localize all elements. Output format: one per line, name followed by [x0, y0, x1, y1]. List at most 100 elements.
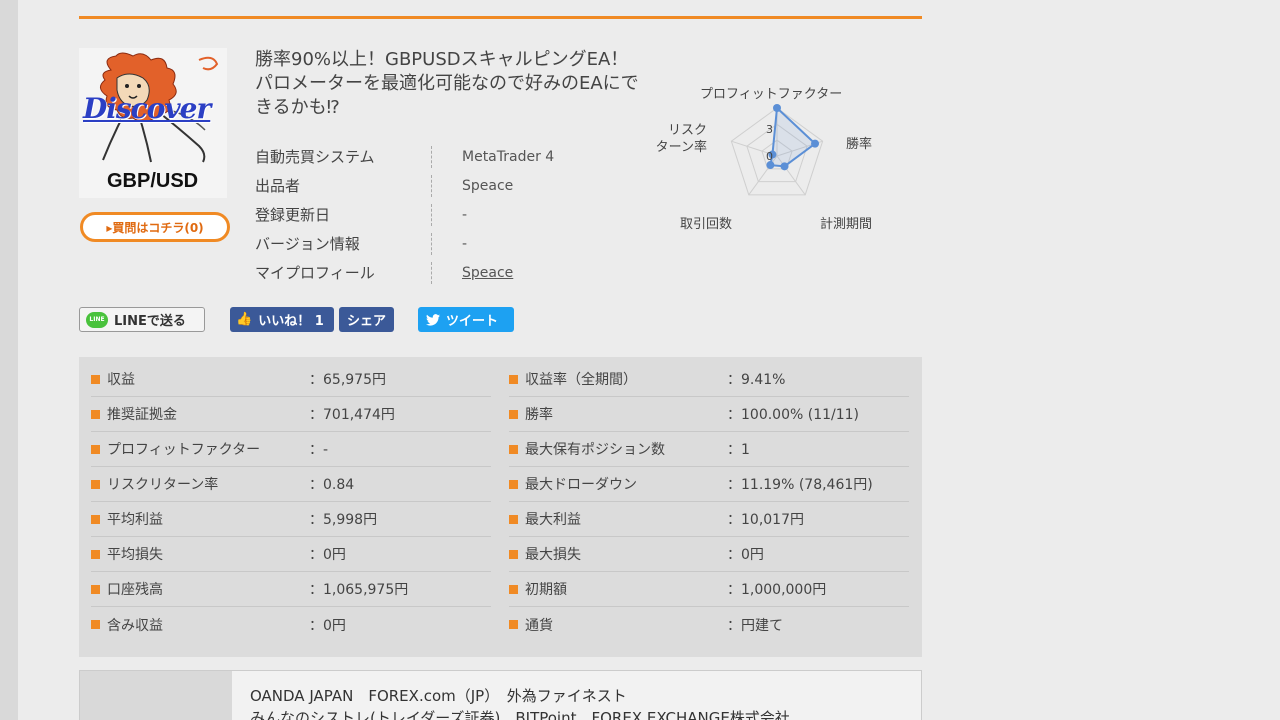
stat-row: 収益率（全期間） ：9.41% — [509, 362, 909, 397]
stat-label: 平均利益 — [107, 512, 163, 528]
product-image[interactable]: Discover GBP/USD — [79, 48, 227, 198]
info-separator — [431, 174, 432, 197]
line-share-button[interactable]: LINE LINEで送る — [79, 307, 205, 332]
product-title[interactable]: 勝率90%以上！GBPUSDスキャルピングEA！ パロメーターを最適化可能なので… — [255, 48, 645, 120]
bullet-icon — [91, 620, 100, 629]
stats-panel: 収益 ：65,975円 推奨証拠金 ：701,474円 プロフィットファクター ：- … — [79, 357, 922, 657]
stat-label: 最大保有ポジション数 — [525, 442, 665, 458]
bullet-icon — [509, 620, 518, 629]
stat-label: 推奨証拠金 — [107, 407, 177, 423]
bullet-icon — [91, 514, 100, 524]
info-separator — [431, 145, 432, 168]
info-row: マイプロフィール Speace — [255, 258, 554, 287]
stat-value: ：100.00% (11/11) — [727, 407, 860, 423]
bullet-icon — [509, 444, 518, 454]
stat-row: 平均利益 ：5,998円 — [91, 502, 491, 537]
stat-value: ：円建て — [727, 617, 783, 634]
brokers-line: OANDA JAPAN FOREX.com（JP） 外為ファイネスト — [250, 687, 627, 705]
radar-label-profit-factor: プロフィットファクター — [700, 87, 843, 102]
radar-point — [773, 104, 781, 112]
stat-row: 初期額 ：1,000,000円 — [509, 572, 909, 607]
thumbs-up-icon: 👍 — [236, 312, 253, 327]
info-row: 登録更新日 - — [255, 200, 554, 229]
stat-label: 初期額 — [525, 582, 567, 598]
bullet-icon — [91, 479, 100, 489]
info-row: 出品者 Speace — [255, 171, 554, 200]
info-label: バージョン情報 — [255, 235, 360, 253]
stat-value: ：0円 — [309, 547, 346, 563]
stat-value: ：65,975円 — [309, 372, 386, 388]
stat-label: リスクリターン率 — [107, 477, 219, 493]
product-logo-text: Discover — [83, 92, 211, 125]
stat-row: 最大保有ポジション数 ：1 — [509, 432, 909, 467]
stats-column-left: 収益 ：65,975円 推奨証拠金 ：701,474円 プロフィットファクター ：- … — [91, 362, 491, 642]
stat-row: プロフィットファクター ：- — [91, 432, 491, 467]
info-label: 出品者 — [255, 177, 301, 195]
stat-label: プロフィットファクター — [107, 442, 261, 458]
info-label: マイプロフィール — [255, 264, 375, 282]
stat-value: ：- — [309, 442, 329, 458]
stat-value: ：701,474円 — [309, 407, 395, 423]
stat-label: 平均損失 — [107, 547, 163, 563]
product-pair-text: GBP/USD — [107, 170, 199, 192]
info-row: バージョン情報 - — [255, 229, 554, 258]
stat-label: 勝率 — [525, 407, 553, 423]
bullet-icon — [91, 374, 100, 384]
stat-value: ：0円 — [309, 617, 346, 634]
stat-value: ：1,000,000円 — [727, 582, 827, 598]
stat-row: リスクリターン率 ：0.84 — [91, 467, 491, 502]
info-separator — [431, 203, 432, 226]
stat-row: 口座残高 ：1,065,975円 — [91, 572, 491, 607]
radar-tick-min: 0 — [766, 150, 773, 163]
stat-row: 平均損失 ：0円 — [91, 537, 491, 572]
radar-series-line — [769, 105, 817, 168]
stat-value: ：0.84 — [309, 477, 355, 493]
buy-button[interactable]: ▸買問はコチラ(0) — [80, 212, 230, 242]
seller-profile-link[interactable]: Speace — [462, 265, 513, 281]
stat-value: ：11.19% (78,461円) — [727, 477, 873, 493]
brokers-panel: OANDA JAPAN FOREX.com（JP） 外為ファイネスト みんなのシ… — [79, 670, 922, 720]
stat-label: 最大ドローダウン — [525, 477, 637, 493]
facebook-share-button[interactable]: シェア — [339, 307, 394, 332]
radar-label-risk-line1: リスク — [668, 123, 708, 138]
bullet-icon — [509, 479, 518, 489]
facebook-like-label: いいね！ 1 — [258, 314, 324, 329]
stat-row: 最大利益 ：10,017円 — [509, 502, 909, 537]
bullet-icon — [509, 514, 518, 524]
stat-value: ：9.41% — [727, 372, 786, 388]
bullet-icon — [509, 584, 518, 594]
stat-value: ：1 — [727, 442, 750, 458]
line-share-label: LINEで送る — [114, 314, 186, 329]
info-value: Speace — [462, 177, 514, 194]
bullet-icon — [91, 409, 100, 419]
radar-label-risk-line2: ターン率 — [655, 140, 708, 155]
info-label: 自動売買システム — [255, 148, 375, 166]
stat-row: 収益 ：65,975円 — [91, 362, 491, 397]
radar-chart: プロフィットファクター 勝率 計測期間 取引回数 リスク ターン率 3 0 — [640, 78, 890, 238]
info-row: 自動売買システム MetaTrader 4 — [255, 142, 554, 171]
stat-label: 最大損失 — [525, 547, 581, 563]
stat-row: 含み収益 ：0円 — [91, 607, 491, 642]
bullet-icon — [91, 444, 100, 454]
section-divider — [79, 16, 922, 19]
brokers-list[interactable]: OANDA JAPAN FOREX.com（JP） 外為ファイネスト みんなのシ… — [250, 685, 790, 720]
product-info: 自動売買システム MetaTrader 4 出品者 Speace 登録更新日 -… — [255, 142, 554, 287]
stat-row: 勝率 ：100.00% (11/11) — [509, 397, 909, 432]
stat-label: 口座残高 — [107, 582, 163, 598]
tweet-button[interactable]: ツイート — [418, 307, 514, 332]
radar-point — [780, 162, 789, 171]
radar-label-risk-return: リスク ターン率 — [654, 122, 707, 156]
stat-row: 最大ドローダウン ：11.19% (78,461円) — [509, 467, 909, 502]
stat-row: 通貨 ：円建て — [509, 607, 909, 642]
bullet-icon — [509, 409, 518, 419]
info-value: - — [462, 206, 468, 223]
facebook-like-button[interactable]: 👍 いいね！ 1 — [230, 307, 334, 332]
info-separator — [431, 232, 432, 255]
info-label: 登録更新日 — [255, 206, 331, 224]
info-value: - — [462, 235, 468, 252]
stat-value: ：10,017円 — [727, 512, 804, 528]
bullet-icon — [509, 549, 518, 559]
stat-row: 最大損失 ：0円 — [509, 537, 909, 572]
bullet-icon — [509, 374, 518, 384]
stat-label: 収益 — [107, 372, 135, 388]
